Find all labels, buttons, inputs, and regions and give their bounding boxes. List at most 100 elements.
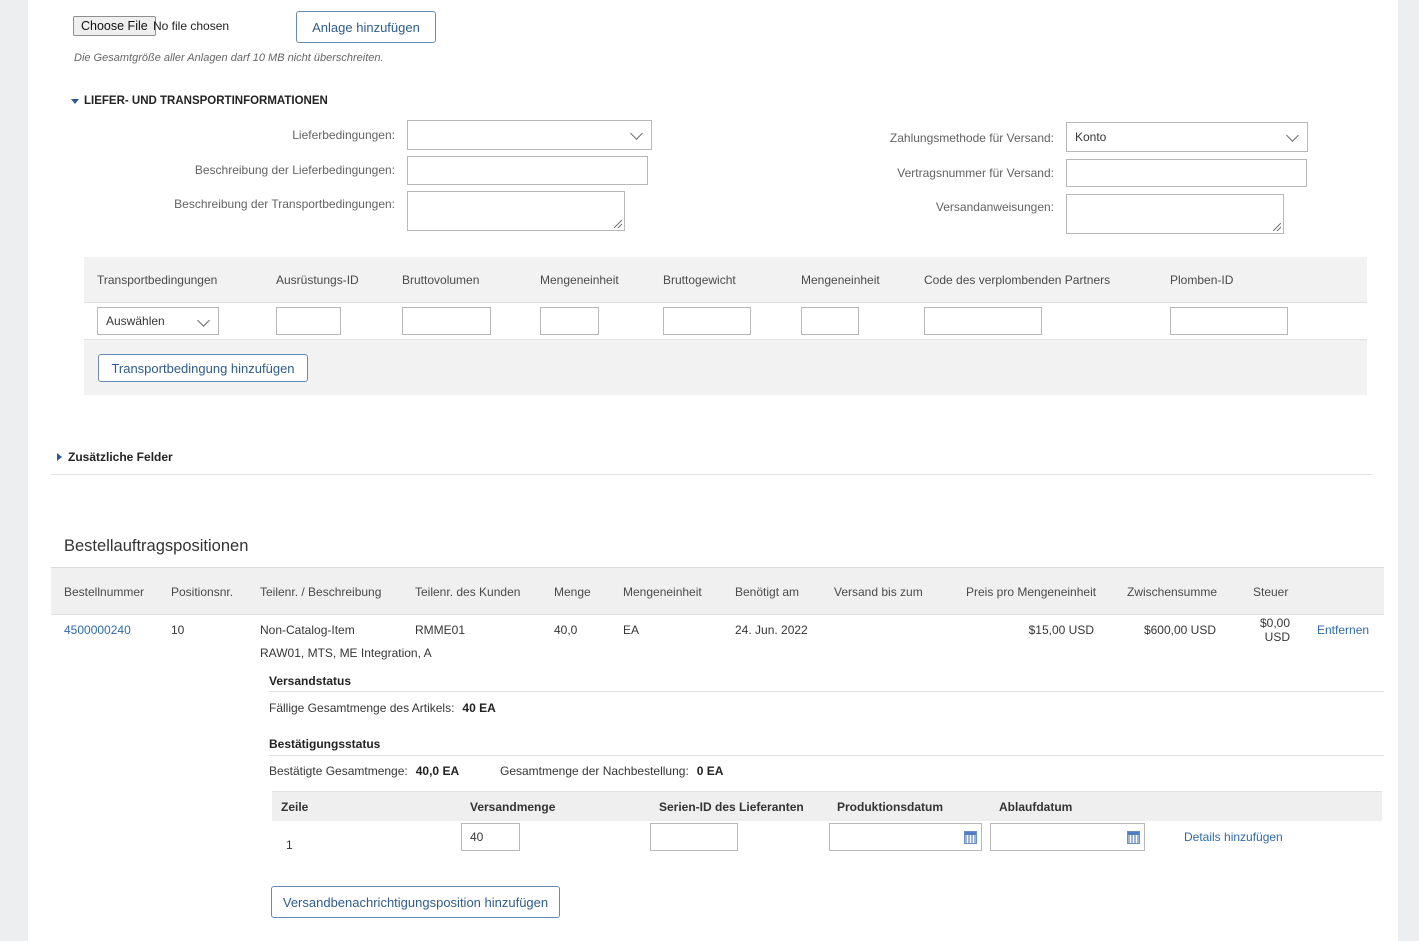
chevron-down-icon: [197, 314, 210, 327]
supplier-serial-id-input[interactable]: [650, 823, 738, 851]
shipping-contract-number-label: Vertragsnummer für Versand:: [897, 166, 1054, 180]
header-gross-volume: Bruttovolumen: [402, 273, 480, 287]
transport-table-row: Auswählen: [84, 303, 1367, 340]
part-number: Non-Catalog-Item: [260, 623, 355, 637]
header-line: Zeile: [281, 800, 309, 814]
choose-file-button[interactable]: Choose File: [73, 16, 156, 36]
position-number: 10: [171, 623, 185, 637]
ship-notice-table-header: Zeile Versandmenge Serien-ID des Liefera…: [272, 791, 1382, 821]
volume-unit-input[interactable]: [540, 307, 599, 335]
unit: EA: [623, 623, 640, 637]
header-need-by: Benötigt am: [735, 585, 800, 599]
attachment-size-note: Die Gesamtgröße aller Anlagen darf 10 MB…: [74, 52, 384, 64]
delivery-terms-label: Lieferbedingungen:: [292, 128, 395, 142]
ship-notice-table-row: 1 Details hinzufügen: [272, 821, 1382, 861]
add-attachment-button[interactable]: Anlage hinzufügen: [296, 11, 436, 43]
quantity: 40,0: [554, 623, 578, 637]
need-by-date: 24. Jun. 2022: [735, 623, 808, 637]
shipping-payment-method-value: Konto: [1075, 130, 1107, 144]
delivery-section-title: LIEFER- UND TRANSPORTINFORMATIONEN: [84, 95, 328, 107]
gross-weight-input[interactable]: [663, 307, 751, 335]
header-expiry-date: Ablaufdatum: [999, 800, 1073, 814]
header-equipment-id: Ausrüstungs-ID: [276, 273, 359, 287]
delivery-terms-select[interactable]: [407, 120, 652, 150]
transport-terms-description-textarea[interactable]: [407, 191, 625, 231]
add-transport-terms-button[interactable]: Transportbedingung hinzufügen: [98, 354, 308, 382]
unit-price: $15,00 USD: [1028, 623, 1094, 637]
chevron-down-icon: [1286, 129, 1299, 142]
header-seal-id: Plomben-ID: [1170, 273, 1234, 287]
line-items-table-header: Bestellnummer Positionsnr. Teilenr. / Be…: [51, 567, 1384, 615]
transport-terms-description-label: Beschreibung der Transportbedingungen:: [174, 197, 395, 211]
due-quantity-value: 40 EA: [462, 701, 496, 715]
header-order-number: Bestellnummer: [64, 585, 145, 599]
expiry-date-input[interactable]: [990, 823, 1145, 851]
header-ship-quantity: Versandmenge: [470, 800, 556, 814]
header-position: Positionsnr.: [171, 585, 234, 599]
backorder-quantity-label: Gesamtmenge der Nachbestellung:: [500, 764, 689, 778]
header-unit-price: Preis pro Mengeneinheit: [966, 585, 1097, 599]
shipping-contract-number-input[interactable]: [1066, 159, 1307, 187]
due-quantity: Fällige Gesamtmenge des Artikels: 40 EA: [269, 701, 496, 715]
header-ship-by: Versand bis zum: [834, 585, 923, 599]
resize-handle-icon[interactable]: [1273, 223, 1281, 231]
page-content: Choose File No file chosen Anlage hinzuf…: [28, 0, 1398, 941]
header-quantity: Menge: [554, 585, 591, 599]
resize-handle-icon[interactable]: [614, 220, 622, 228]
transport-terms-value: Auswählen: [106, 314, 165, 328]
seal-id-input[interactable]: [1170, 307, 1288, 335]
remove-link[interactable]: Entfernen: [1317, 623, 1369, 637]
caret-right-icon: [57, 453, 62, 461]
backorder-quantity-value: 0 EA: [696, 764, 724, 778]
line-items-title: Bestellauftragspositionen: [64, 537, 249, 555]
calendar-icon[interactable]: [964, 831, 977, 844]
customer-part-number: RMME01: [415, 623, 466, 637]
subtotal: $600,00 USD: [1143, 623, 1216, 637]
transport-terms-select[interactable]: Auswählen: [97, 307, 219, 335]
additional-fields-title: Zusätzliche Felder: [68, 450, 173, 464]
shipping-instructions-textarea[interactable]: [1066, 194, 1284, 234]
confirmation-status-title: Bestätigungsstatus: [269, 737, 381, 751]
header-transport-terms: Transportbedingungen: [97, 273, 218, 287]
order-number-link[interactable]: 4500000240: [64, 623, 131, 637]
header-part-description: Teilenr. / Beschreibung: [260, 585, 382, 599]
delivery-terms-description-input[interactable]: [407, 156, 648, 185]
backorder-quantity: Gesamtmenge der Nachbestellung: 0 EA: [500, 764, 723, 778]
divider: [51, 474, 1372, 475]
additional-fields-toggle[interactable]: Zusätzliche Felder: [57, 450, 173, 464]
divider: [269, 755, 1384, 756]
line-number: 1: [286, 838, 293, 852]
chevron-down-icon: [630, 127, 643, 140]
tax-amount: $0,00: [1259, 616, 1290, 630]
add-details-link[interactable]: Details hinzufügen: [1184, 830, 1283, 844]
header-production-date: Produktionsdatum: [837, 800, 944, 814]
add-ship-notice-item-button[interactable]: Versandbenachrichtigungsposition hinzufü…: [271, 886, 560, 918]
shipping-instructions-label: Versandanweisungen:: [935, 200, 1054, 214]
ship-quantity-input[interactable]: [461, 823, 520, 851]
delivery-section-toggle[interactable]: LIEFER- UND TRANSPORTINFORMATIONEN: [71, 95, 328, 107]
transport-table-header: Transportbedingungen Ausrüstungs-ID Brut…: [84, 257, 1367, 303]
production-date-input[interactable]: [829, 823, 982, 851]
header-supplier-serial-id: Serien-ID des Lieferanten: [659, 800, 804, 814]
equipment-id-input[interactable]: [276, 307, 341, 335]
confirmed-quantity-value: 40,0 EA: [415, 764, 460, 778]
table-row: 4500000240 10 Non-Catalog-Item RAW01, MT…: [51, 614, 1384, 664]
tax-currency: USD: [1264, 630, 1290, 644]
part-description: RAW01, MTS, ME Integration, A: [260, 646, 432, 660]
weight-unit-input[interactable]: [801, 307, 859, 335]
shipping-payment-method-select[interactable]: Konto: [1066, 122, 1308, 152]
no-file-label: No file chosen: [153, 19, 230, 33]
header-subtotal: Zwischensumme: [1127, 585, 1218, 599]
calendar-icon[interactable]: [1127, 831, 1140, 844]
header-sealing-partner-code: Code des verplombenden Partners: [924, 273, 1111, 287]
header-volume-unit: Mengeneinheit: [540, 273, 619, 287]
gross-volume-input[interactable]: [402, 307, 491, 335]
sealing-partner-code-input[interactable]: [924, 307, 1042, 335]
delivery-terms-description-label: Beschreibung der Lieferbedingungen:: [194, 163, 395, 177]
divider: [269, 691, 1384, 692]
shipping-payment-method-label: Zahlungsmethode für Versand:: [889, 131, 1054, 145]
caret-down-icon: [71, 98, 79, 104]
confirmed-quantity: Bestätigte Gesamtmenge: 40,0 EA: [269, 764, 459, 778]
header-tax: Steuer: [1253, 585, 1289, 599]
header-customer-part: Teilenr. des Kunden: [415, 585, 521, 599]
